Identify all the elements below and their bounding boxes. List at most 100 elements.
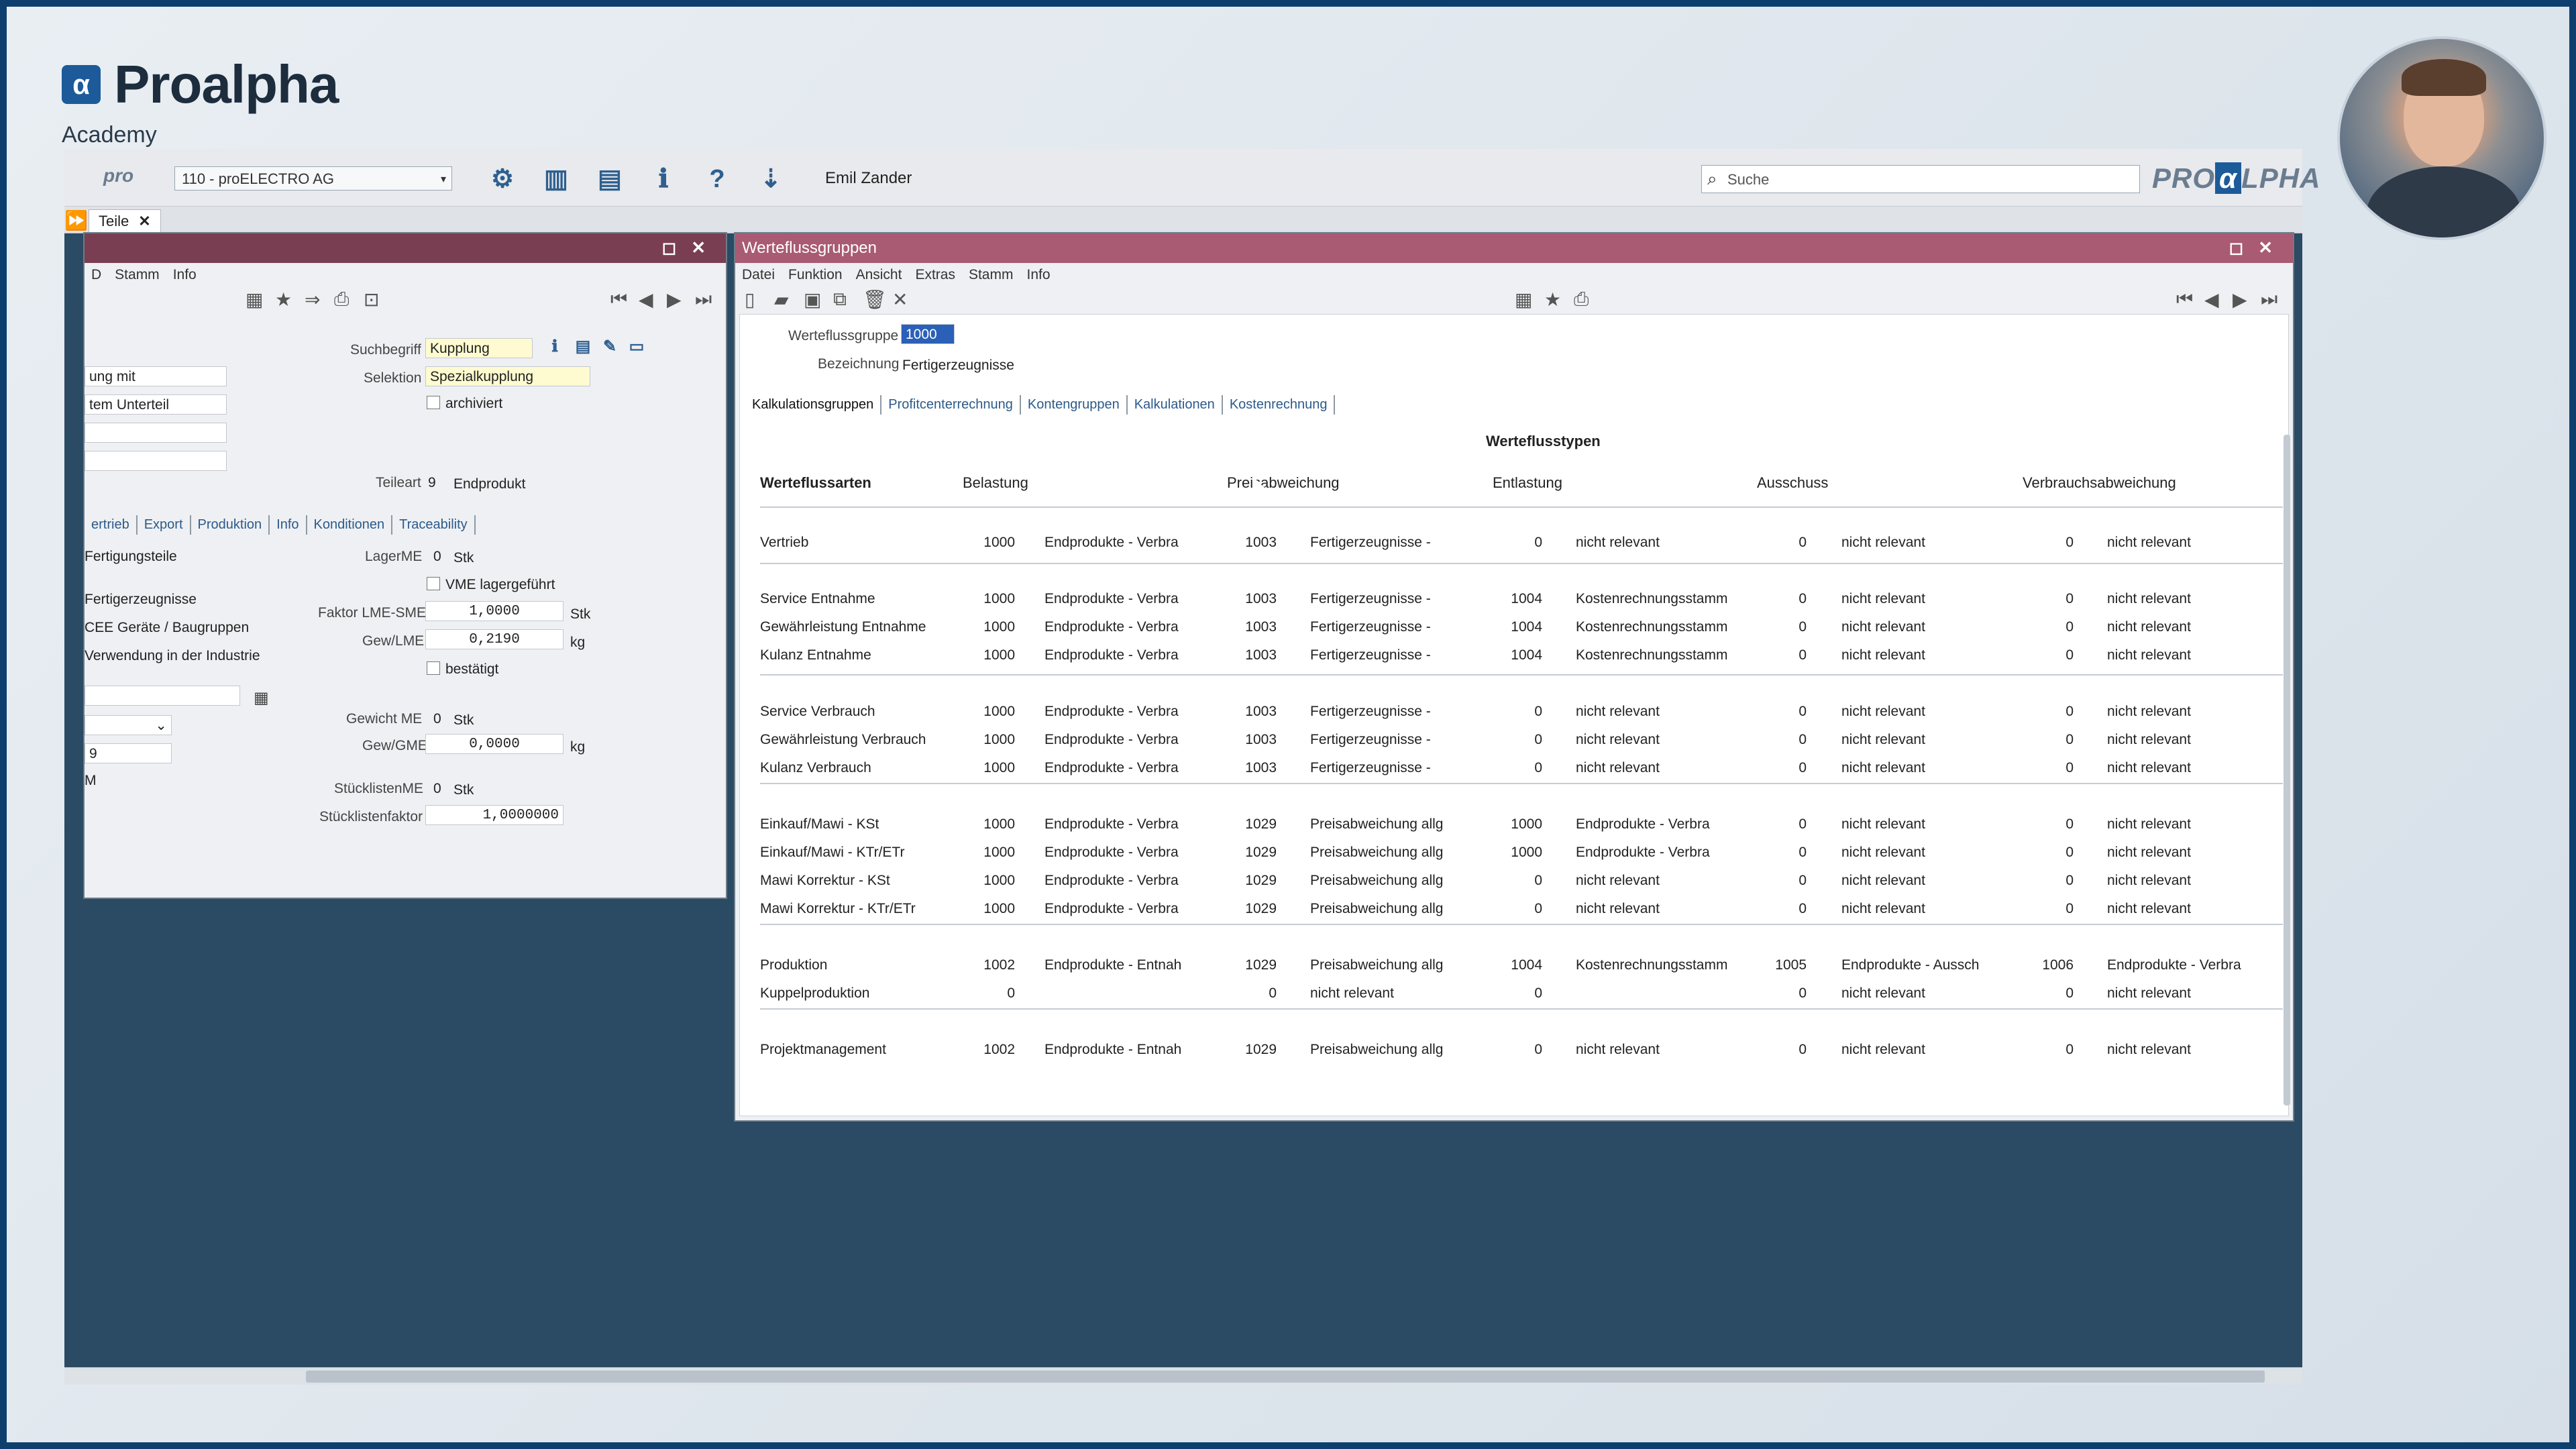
table-row[interactable]: Einkauf/Mawi - KSt 1000 Endprodukte - Verb… xyxy=(760,811,2283,839)
info-icon[interactable]: ℹ xyxy=(648,164,679,195)
tab-kostenrechnung[interactable]: Kostenrechnung xyxy=(1223,395,1336,415)
print-icon[interactable]: ⎙ xyxy=(1574,288,1589,311)
faktor-field[interactable]: 1,0000 xyxy=(425,601,564,621)
forward-icon[interactable]: ⇒ xyxy=(305,288,320,311)
file-icon[interactable]: ▭ xyxy=(625,335,648,358)
scrollbar-thumb[interactable] xyxy=(306,1371,2265,1383)
werteflussgruppe-field[interactable]: 1000 xyxy=(901,324,955,344)
table-row[interactable]: Mawi Korrektur - KSt 1000 Endprodukte - Ve… xyxy=(760,867,2283,896)
tab-konditionen[interactable]: Konditionen xyxy=(307,515,393,535)
table-row[interactable]: Kulanz Entnahme 1000 Endprodukte - Verbra 1… xyxy=(760,642,2283,670)
delete-icon[interactable]: 🗑 xyxy=(863,288,887,311)
next-record-icon[interactable]: ▶ xyxy=(2233,288,2247,311)
list-item[interactable]: Verwendung in der Industrie xyxy=(85,648,260,664)
selektion-field[interactable]: Spezialkupplung xyxy=(425,366,590,386)
menu-item-stamm[interactable]: Stamm xyxy=(969,267,1014,282)
menu-item-ansicht[interactable]: Ansicht xyxy=(856,267,902,282)
edit-icon[interactable]: ✎ xyxy=(598,335,621,358)
table-row[interactable]: Einkauf/Mawi - KTr/ETr 1000 Endprodukte - … xyxy=(760,839,2283,867)
table-row[interactable]: Kuppelproduktion 0 0 nicht relevant 0 0 nicht … xyxy=(760,980,2283,1008)
preview-icon[interactable]: ⊡ xyxy=(364,288,379,311)
text-field[interactable] xyxy=(85,451,227,471)
text-field[interactable]: tem Unterteil xyxy=(85,394,227,415)
list-item[interactable]: Fertigerzeugnisse xyxy=(85,592,197,608)
previous-record-icon[interactable]: ◀ xyxy=(2204,288,2219,311)
tab-kalkulationen[interactable]: Kalkulationen xyxy=(1128,395,1223,415)
tab-export[interactable]: Export xyxy=(138,515,191,535)
dropdown[interactable]: ⌄ xyxy=(85,715,172,735)
bestaetigt-checkbox[interactable] xyxy=(427,661,440,675)
menu-item[interactable]: D xyxy=(91,267,101,282)
previous-record-icon[interactable]: ◀ xyxy=(639,288,653,311)
star-icon[interactable]: ★ xyxy=(275,288,292,311)
gear-icon[interactable]: ⚙ xyxy=(487,164,518,195)
tab-teile[interactable]: Teile ✕ xyxy=(89,209,161,232)
layout-icon[interactable]: ▤ xyxy=(594,164,625,195)
bezeichnung-value[interactable]: Fertigerzeugnisse xyxy=(902,358,1014,374)
first-record-icon[interactable]: ⏮ xyxy=(610,288,627,311)
save-icon[interactable]: ▣ xyxy=(804,288,821,311)
print-icon[interactable]: ⎙ xyxy=(334,288,349,311)
last-record-icon[interactable]: ⏭ xyxy=(695,288,712,311)
tab-profitcenterrechnung[interactable]: Profitcenterrechnung xyxy=(881,395,1021,415)
expand-arrows-icon[interactable]: ⏩ xyxy=(64,209,88,231)
new-icon[interactable]: ▯ xyxy=(745,288,755,311)
calendar-icon[interactable]: ▦ xyxy=(1515,288,1532,311)
table-row[interactable]: Projektmanagement 1002 Endprodukte - Entna… xyxy=(760,1036,2283,1065)
info-icon[interactable]: ℹ xyxy=(543,335,566,358)
text-field[interactable]: ung mit xyxy=(85,366,227,386)
menu-item-extras[interactable]: Extras xyxy=(915,267,955,282)
menu-item-funktion[interactable]: Funktion xyxy=(788,267,843,282)
vme-checkbox[interactable] xyxy=(427,577,440,590)
pro-logo[interactable]: pro xyxy=(103,165,133,186)
window-controls[interactable]: ◻✕ xyxy=(662,237,720,258)
tab-kontengruppen[interactable]: Kontengruppen xyxy=(1021,395,1128,415)
table-row[interactable]: Gewährleistung Verbrauch 1000 Endprodukte … xyxy=(760,727,2283,755)
menu-item-datei[interactable]: Datei xyxy=(742,267,775,282)
next-record-icon[interactable]: ▶ xyxy=(667,288,682,311)
help-icon[interactable]: ? xyxy=(702,164,733,195)
suchbegriff-field[interactable]: Kupplung xyxy=(425,338,533,358)
lagerme-code[interactable]: 0 xyxy=(433,549,441,565)
window-controls[interactable]: ◻✕ xyxy=(2229,237,2288,258)
tab-produktion[interactable]: Produktion xyxy=(191,515,270,535)
calendar-icon[interactable]: ▦ xyxy=(254,688,269,708)
tab-vertrieb[interactable]: ertrieb xyxy=(85,515,138,535)
stlme-code[interactable]: 0 xyxy=(433,781,441,797)
first-record-icon[interactable]: ⏮ xyxy=(2176,288,2193,311)
star-icon[interactable]: ★ xyxy=(1544,288,1561,311)
gewlme-field[interactable]: 0,2190 xyxy=(425,629,564,649)
logout-icon[interactable]: ⇣ xyxy=(755,164,786,195)
teileart-code[interactable]: 9 xyxy=(428,475,436,491)
tab-kalkulationsgruppen[interactable]: Kalkulationsgruppen xyxy=(745,395,882,415)
stlfaktor-field[interactable]: 1,0000000 xyxy=(425,805,564,825)
table-row[interactable]: Kulanz Verbrauch 1000 Endprodukte - Verbra… xyxy=(760,755,2283,783)
last-record-icon[interactable]: ⏭ xyxy=(2261,288,2277,311)
copy-icon[interactable]: ⧉ xyxy=(833,288,847,311)
menu-item-info[interactable]: Info xyxy=(1026,267,1050,282)
horizontal-scrollbar[interactable] xyxy=(64,1367,2302,1385)
calendar-icon[interactable]: ▦ xyxy=(246,288,263,311)
gewgme-field[interactable]: 0,0000 xyxy=(425,734,564,754)
gewme-code[interactable]: 0 xyxy=(433,711,441,727)
table-row[interactable]: Gewährleistung Entnahme 1000 Endprodukte -… xyxy=(760,614,2283,642)
text-field[interactable] xyxy=(85,423,227,443)
search-input[interactable]: ⌕ Suche xyxy=(1701,165,2140,193)
list-item[interactable]: Fertigungsteile xyxy=(85,549,177,565)
open-icon[interactable]: ▰ xyxy=(774,288,789,311)
list-item[interactable]: CEE Geräte / Baugruppen xyxy=(85,620,249,636)
document-icon[interactable]: ▤ xyxy=(572,335,594,358)
close-icon[interactable]: ✕ xyxy=(138,213,150,229)
table-row[interactable]: Mawi Korrektur - KTr/ETr 1000 Endprodukte … xyxy=(760,896,2283,924)
archiviert-checkbox[interactable] xyxy=(427,396,440,409)
tab-traceability[interactable]: Traceability xyxy=(392,515,476,535)
text-field[interactable]: 9 xyxy=(85,743,172,763)
menu-item[interactable]: Stamm xyxy=(115,267,160,282)
table-row[interactable]: Service Entnahme 1000 Endprodukte - Verbra… xyxy=(760,586,2283,614)
table-row[interactable]: Service Verbrauch 1000 Endprodukte - Verbr… xyxy=(760,698,2283,727)
text-field[interactable] xyxy=(85,686,240,706)
table-row[interactable]: Vertrieb 1000 Endprodukte - Verbra 1003 Fert… xyxy=(760,529,2283,557)
panel-icon[interactable]: ▥ xyxy=(541,164,572,195)
cancel-icon[interactable]: ✕ xyxy=(892,288,908,311)
vertical-scrollbar[interactable] xyxy=(2284,435,2290,1106)
